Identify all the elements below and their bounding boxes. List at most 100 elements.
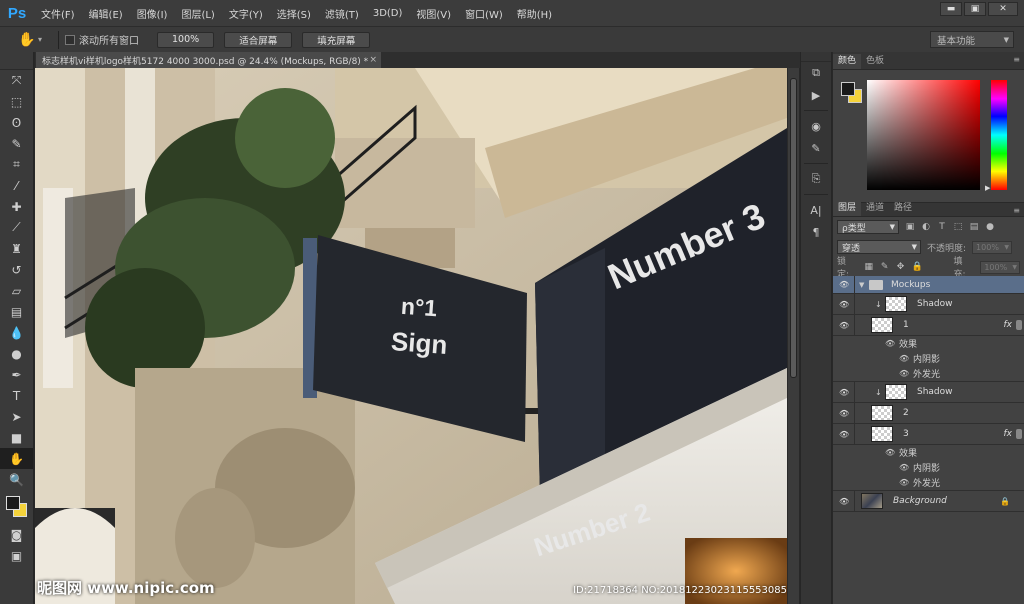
path-select-tool-icon[interactable]: ➤ [0,406,33,427]
adjustment-filter-icon[interactable]: ◐ [921,222,931,232]
workspace-select[interactable]: 基本功能 ▼ [930,31,1014,48]
shape-filter-icon[interactable]: ⬚ [953,222,963,232]
foreground-color-swatch[interactable] [841,82,855,96]
layer-3-outer-glow[interactable]: 👁 外发光 [833,475,1024,491]
layer-group-mockups[interactable]: 👁 ▼ Mockups [833,276,1024,294]
shape-tool-icon[interactable]: ■ [0,427,33,448]
opacity-input[interactable]: 100% ▼ [972,240,1013,254]
fill-input[interactable]: 100% ▼ [980,260,1020,274]
tab-paths[interactable]: 路径 [889,201,917,216]
blend-mode-select[interactable]: 穿透 ▼ [837,240,921,254]
marquee-tool-icon[interactable]: ⬚ [0,91,33,112]
hand-tool-icon[interactable]: ✋ [18,32,38,48]
minimize-button[interactable]: ▬ [940,2,962,16]
document-canvas[interactable]: n°1 Sign Number 3 Number 2 昵图网 www.nipic… [35,68,787,604]
healing-brush-tool-icon[interactable]: ✚ [0,196,33,217]
dodge-tool-icon[interactable]: ● [0,343,33,364]
eye-icon[interactable]: 👁 [899,369,909,378]
menu-select[interactable]: 选择(S) [270,6,318,21]
fill-screen-button[interactable]: 填充屏幕 [302,31,371,48]
tab-swatches[interactable]: 色板 [861,54,889,69]
screen-mode-icon[interactable]: ▣ [0,545,33,566]
clone-source-icon[interactable]: ⎘ [801,168,831,190]
zoom-tool-icon[interactable]: 🔍 [0,469,33,490]
menu-edit[interactable]: 编辑(E) [82,6,130,21]
actions-panel-icon[interactable]: ▶ [801,84,831,106]
tab-layers[interactable]: 图层 [833,201,862,216]
layer-effects-icon[interactable]: fx [1004,320,1013,330]
eye-icon[interactable]: 👁 [839,321,849,330]
close-tab-icon[interactable]: × [369,55,377,65]
type-tool-icon[interactable]: T [0,385,33,406]
lock-transparency-icon[interactable]: ▦ [864,262,874,272]
move-tool-icon[interactable]: ⤧ [0,70,33,91]
layer-3-inner-shadow[interactable]: 👁 内阴影 [833,460,1024,475]
layer-3[interactable]: 👁 3 fx [833,424,1024,445]
brush-presets-icon[interactable]: ✎ [801,137,831,159]
panel-menu-icon[interactable]: ≡ [1013,206,1020,215]
canvas-vertical-scrollbar[interactable] [787,68,799,604]
zoom-100-button[interactable]: 100% [157,31,215,48]
effects-toggle-icon[interactable] [1016,429,1022,439]
eraser-tool-icon[interactable]: ▱ [0,280,33,301]
lock-pixels-icon[interactable]: ✎ [880,262,890,272]
history-panel-icon[interactable]: ⧉ [801,62,831,84]
eye-icon[interactable]: 👁 [839,388,849,397]
eye-icon[interactable]: 👁 [839,280,849,289]
history-brush-tool-icon[interactable]: ↺ [0,259,33,280]
type-filter-icon[interactable]: T [937,222,947,232]
tool-presets-icon[interactable]: ◉ [801,115,831,137]
eye-icon[interactable]: 👁 [839,300,849,309]
effects-toggle-icon[interactable] [1016,320,1022,330]
clone-stamp-tool-icon[interactable]: ♜ [0,238,33,259]
panel-menu-icon[interactable]: ≡ [1013,55,1020,64]
layer-shadow-1[interactable]: 👁 ↓ Shadow [833,294,1024,315]
layer-2[interactable]: 👁 2 [833,403,1024,424]
scrollbar-thumb[interactable] [790,78,797,378]
expand-arrow-icon[interactable]: ▼ [859,281,864,289]
menu-image[interactable]: 图像(I) [130,6,175,21]
menu-help[interactable]: 帮助(H) [510,6,559,21]
restore-button[interactable]: ▣ [964,2,986,16]
lock-position-icon[interactable]: ✥ [896,262,906,272]
menu-layer[interactable]: 图层(L) [174,6,221,21]
layer-1-outer-glow[interactable]: 👁 外发光 [833,366,1024,382]
eye-icon[interactable]: 👁 [839,497,849,506]
eyedropper-tool-icon[interactable]: ⁄ [0,175,33,196]
hue-slider[interactable] [991,80,1007,190]
layer-1-inner-shadow[interactable]: 👁 内阴影 [833,351,1024,366]
menu-window[interactable]: 窗口(W) [458,6,510,21]
quick-mask-icon[interactable]: ◙ [0,524,33,545]
color-swatches[interactable] [0,492,33,524]
eye-icon[interactable]: 👁 [885,448,895,457]
menu-type[interactable]: 文字(Y) [222,6,270,21]
crop-tool-icon[interactable]: ⌗ [0,154,33,175]
layer-filter-select[interactable]: ρ类型 ▼ [837,220,899,234]
eye-icon[interactable]: 👁 [839,430,849,439]
menu-file[interactable]: 文件(F) [34,6,82,21]
eye-icon[interactable]: 👁 [899,354,909,363]
smart-object-filter-icon[interactable]: ▤ [969,222,979,232]
layer-effects-icon[interactable]: fx [1004,429,1013,439]
pen-tool-icon[interactable]: ✒ [0,364,33,385]
hue-marker-icon[interactable]: ▶ [985,184,990,192]
menu-filter[interactable]: 滤镜(T) [318,6,366,21]
character-panel-icon[interactable]: A| [801,199,831,221]
layer-1[interactable]: 👁 1 fx [833,315,1024,336]
panel-grip[interactable] [0,52,33,70]
lasso-tool-icon[interactable]: ʘ [0,112,33,133]
close-button[interactable]: ✕ [988,2,1018,16]
gradient-tool-icon[interactable]: ▤ [0,301,33,322]
layer-background[interactable]: 👁 Background 🔒 [833,491,1024,512]
hand-tool-icon[interactable]: ✋ [0,448,33,469]
lock-all-icon[interactable]: 🔒 [912,262,923,272]
eye-icon[interactable]: 👁 [885,339,895,348]
foreground-color-swatch[interactable] [6,496,20,510]
scroll-all-windows-checkbox[interactable] [65,34,76,45]
quick-select-tool-icon[interactable]: ✎ [0,133,33,154]
tab-color[interactable]: 颜色 [833,54,862,69]
tool-preset-dropdown-icon[interactable]: ▾ [38,35,42,44]
saturation-value-field[interactable] [867,80,980,190]
pixel-filter-icon[interactable]: ▣ [905,222,915,232]
brush-tool-icon[interactable]: ⟋ [0,217,33,238]
